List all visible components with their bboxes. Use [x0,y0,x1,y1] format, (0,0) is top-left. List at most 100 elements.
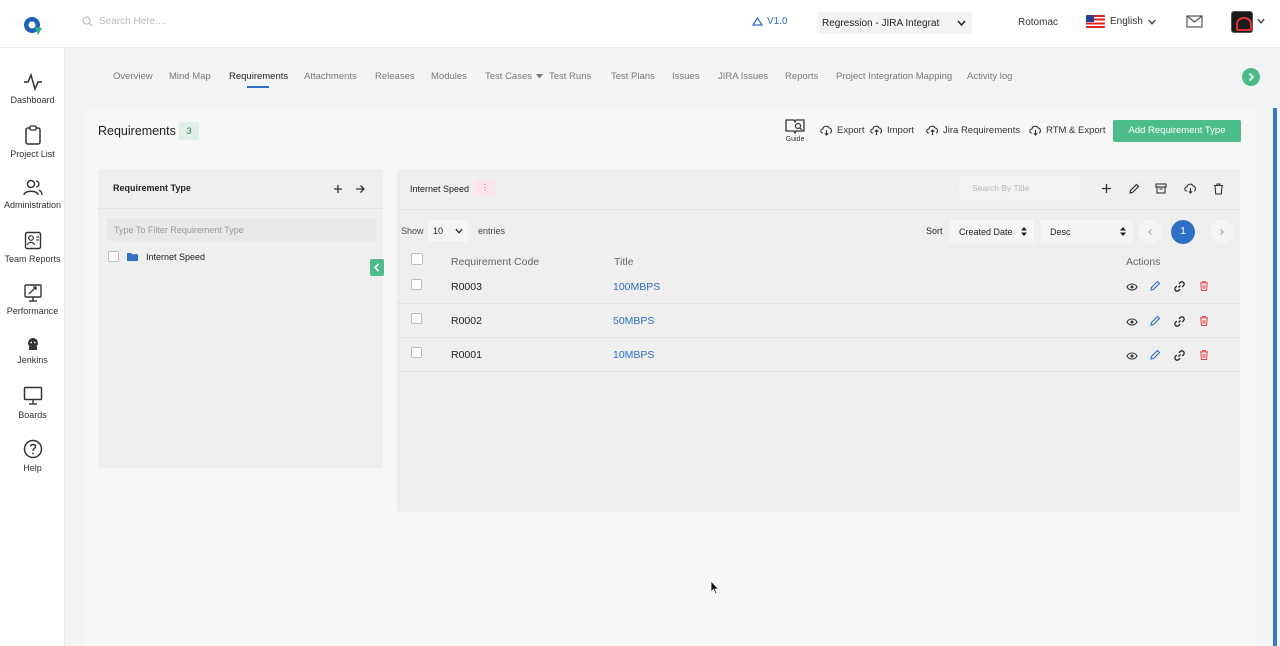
trash-icon[interactable] [1213,183,1224,195]
tab-overview[interactable]: Overview [113,71,153,82]
trash-icon[interactable] [1199,349,1209,361]
tab-test-cases[interactable]: Test Cases [485,71,543,82]
rtm-export-label: RTM & Export [1046,125,1106,136]
top-bar: Search Here.... V1.0 Regression - JIRA I… [0,0,1280,48]
trash-icon[interactable] [1199,280,1209,292]
tab-mind-map[interactable]: Mind Map [169,71,211,82]
sidebar-item-label: Dashboard [10,95,55,105]
link-icon[interactable] [1174,316,1185,327]
search-bar[interactable]: Search Here.... [82,16,166,27]
tab-reports[interactable]: Reports [785,71,818,82]
tab-attachments[interactable]: Attachments [304,71,357,82]
sidebar-item-label: Jenkins [17,355,48,365]
tab-test-cases-label: Test Cases [485,71,532,82]
tree-item-internet-speed[interactable]: Internet Speed [108,251,205,262]
export-button[interactable]: Export [820,125,864,136]
tab-requirements[interactable]: Requirements [229,71,288,82]
sidebar-item-team-reports[interactable]: Team Reports [0,231,65,264]
eye-icon[interactable] [1126,352,1138,360]
requirements-count-badge: 3 [179,122,199,140]
divider [98,208,383,209]
plus-icon[interactable] [1101,183,1112,194]
guide-label: Guide [785,136,805,143]
tree-item-checkbox[interactable] [108,251,119,262]
sidebar-item-performance[interactable]: Performance [0,283,65,316]
pencil-icon[interactable] [1128,183,1140,195]
chevron-right-icon [1248,72,1255,82]
type-menu-badge[interactable]: ⋮ [475,180,495,196]
column-header-code[interactable]: Requirement Code [451,256,539,268]
cloud-download-icon [1029,125,1041,136]
tab-releases[interactable]: Releases [375,71,415,82]
requirement-type-panel [98,169,383,468]
link-icon[interactable] [1174,350,1185,361]
sidebar-item-administration[interactable]: Administration [0,178,65,210]
row-checkbox[interactable] [411,313,422,324]
tab-test-runs[interactable]: Test Runs [549,71,591,82]
page-scrollbar[interactable] [1273,108,1277,646]
column-header-title[interactable]: Title [614,256,633,268]
next-page-button[interactable] [1210,220,1234,244]
archive-icon[interactable] [1155,183,1167,194]
nav-scroll-right-button[interactable] [1242,68,1260,86]
mail-icon[interactable] [1186,15,1203,28]
import-button[interactable]: Import [870,125,914,136]
pencil-icon[interactable] [1149,349,1161,361]
add-requirement-type-button[interactable]: Add Requirement Type [1113,120,1241,142]
tab-test-plans[interactable]: Test Plans [611,71,655,82]
eye-icon[interactable] [1126,318,1138,326]
help-icon [23,439,42,459]
sort-order-select[interactable]: Desc [1041,220,1133,243]
link-icon[interactable] [1174,281,1185,292]
user-avatar[interactable] [1231,11,1253,33]
app-logo[interactable] [22,14,44,36]
pencil-icon[interactable] [1149,315,1161,327]
page-button-current[interactable]: 1 [1171,220,1195,244]
jira-requirements-button[interactable]: Jira Requirements [926,125,1020,136]
search-by-title-input[interactable] [959,176,1080,200]
sidebar-item-project-list[interactable]: Project List [0,125,65,159]
rtm-export-button[interactable]: RTM & Export [1029,125,1105,136]
sidebar-item-boards[interactable]: Boards [0,386,65,420]
tab-modules[interactable]: Modules [431,71,467,82]
chevron-down-icon[interactable] [1257,18,1265,24]
row-checkbox[interactable] [411,347,422,358]
row-checkbox[interactable] [411,279,422,290]
requirement-title-link[interactable]: 100MBPS [613,281,660,293]
sort-field-select[interactable]: Created Date [950,220,1034,243]
sort-arrows-icon [1120,227,1126,236]
import-label: Import [887,125,914,136]
guide-button[interactable]: Guide [783,118,807,143]
tab-jira-issues[interactable]: JIRA Issues [718,71,768,82]
requirement-title-link[interactable]: 10MBPS [613,349,654,361]
plus-icon[interactable] [333,184,343,194]
show-label: Show [401,226,424,236]
search-icon [82,16,93,27]
cloud-download-icon[interactable] [1184,183,1197,194]
pencil-icon[interactable] [1149,280,1161,292]
arrow-right-icon[interactable] [355,184,365,194]
tree-item-label: Internet Speed [146,251,206,262]
collapse-panel-button[interactable] [370,259,384,276]
tab-issues[interactable]: Issues [672,71,699,82]
sidebar-item-dashboard[interactable]: Dashboard [0,73,65,105]
user-name[interactable]: Rotomac [1018,17,1058,28]
previous-page-button[interactable] [1138,220,1162,244]
language-select[interactable]: English [1086,15,1156,28]
tab-project-integration-mapping[interactable]: Project Integration Mapping [836,71,952,82]
project-select-value: Regression - JIRA Integration [822,17,940,29]
tab-activity-log[interactable]: Activity log [967,71,1012,82]
sort-arrows-icon [1021,227,1027,236]
requirement-type-filter-input[interactable] [107,218,376,241]
sidebar-item-jenkins[interactable]: Jenkins [0,337,65,365]
entries-per-page-select[interactable]: 10 [428,220,468,242]
project-select[interactable]: Regression - JIRA Integration [817,12,972,34]
trash-icon[interactable] [1199,315,1209,327]
sidebar-item-help[interactable]: Help [0,439,65,473]
entries-label: entries [478,226,506,236]
eye-icon[interactable] [1126,283,1138,291]
select-all-checkbox[interactable] [411,253,423,265]
cloud-upload-icon [926,125,938,135]
requirement-title-link[interactable]: 50MBPS [613,315,654,327]
search-placeholder[interactable]: Search Here.... [99,16,166,27]
